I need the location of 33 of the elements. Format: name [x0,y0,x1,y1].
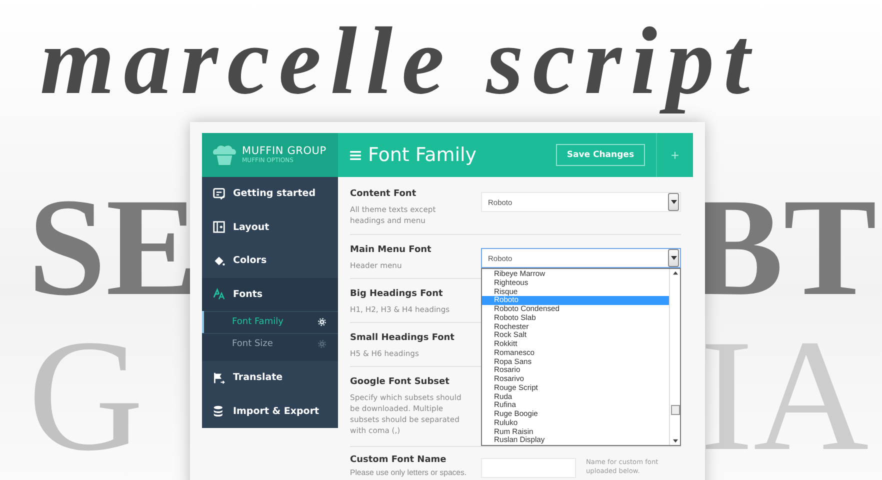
sidebar-item[interactable]: Translate [202,361,338,394]
sidebar-item[interactable]: Layout [202,210,338,244]
flag-icon [213,372,225,384]
menu-icon[interactable] [350,150,361,160]
field-label: Content Font [350,189,418,199]
font-icon [213,288,225,300]
layout-icon [213,221,225,234]
database-icon [213,405,225,418]
field-label: Small Headings Font [350,333,456,343]
page-title: Font Family [368,144,478,166]
brand-name: MUFFIN GROUP [242,146,326,157]
gear-icon [318,340,326,348]
gear-icon [318,318,326,326]
submenu-item[interactable]: Font Family [202,311,338,333]
submenu-item[interactable]: Font Size [202,333,338,355]
specimen-text: SE [28,178,200,318]
paint-bucket-icon [213,254,225,267]
field-label: Big Headings Font [350,289,444,299]
specimen-text: BT [690,178,877,318]
scrollbar[interactable] [669,269,680,445]
scroll-down-icon[interactable] [672,439,678,443]
sidebar-item[interactable]: Colors [202,244,338,278]
scroll-thumb[interactable] [671,405,680,415]
note-icon [213,188,225,200]
muffin-icon [212,144,237,166]
sidebar-item[interactable]: Getting started [202,177,338,210]
sidebar-item[interactable]: Import & Export [202,394,338,428]
sidebar-item[interactable]: Fonts [202,278,338,311]
field-label: Google Font Subset [350,377,450,387]
scroll-up-icon[interactable] [672,271,678,275]
field-label: Custom Font Name [350,455,448,465]
specimen-text: marcelle script [40,6,760,116]
field-label: Main Menu Font [350,245,432,255]
